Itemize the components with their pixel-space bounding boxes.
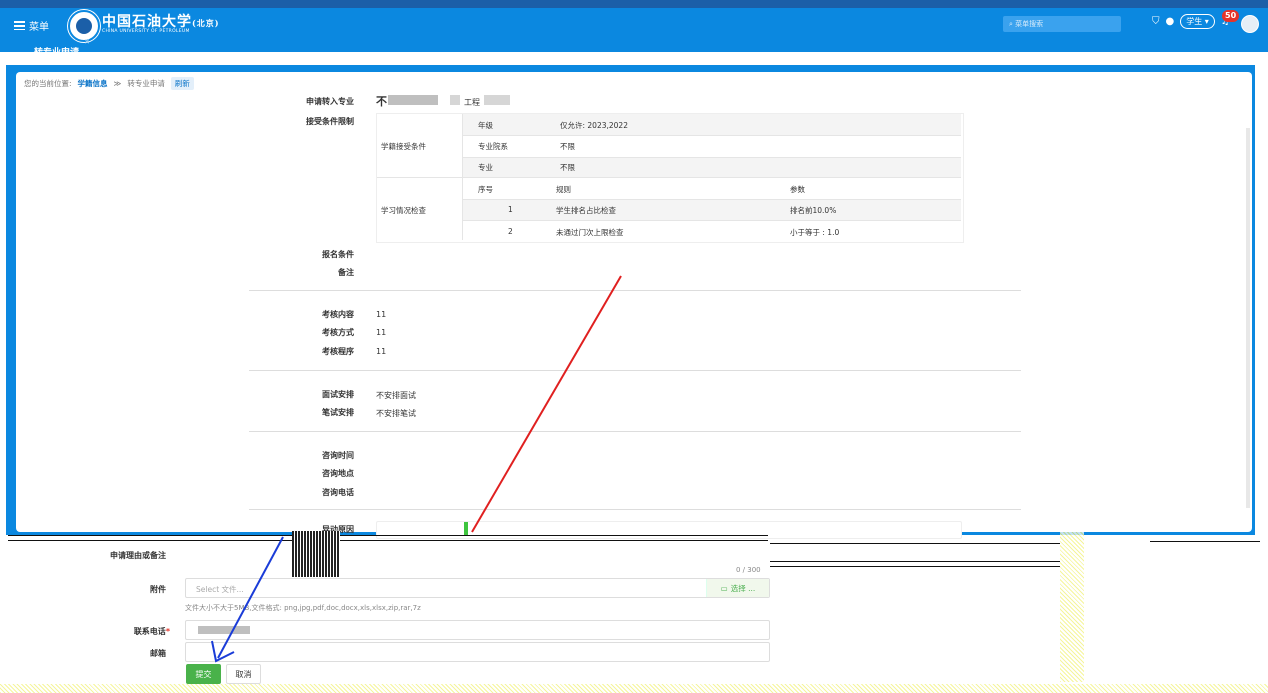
blue-arrow	[217, 536, 284, 659]
red-arrow	[471, 275, 622, 533]
annotation-arrows	[211, 275, 622, 663]
blue-arrowhead	[211, 640, 235, 663]
